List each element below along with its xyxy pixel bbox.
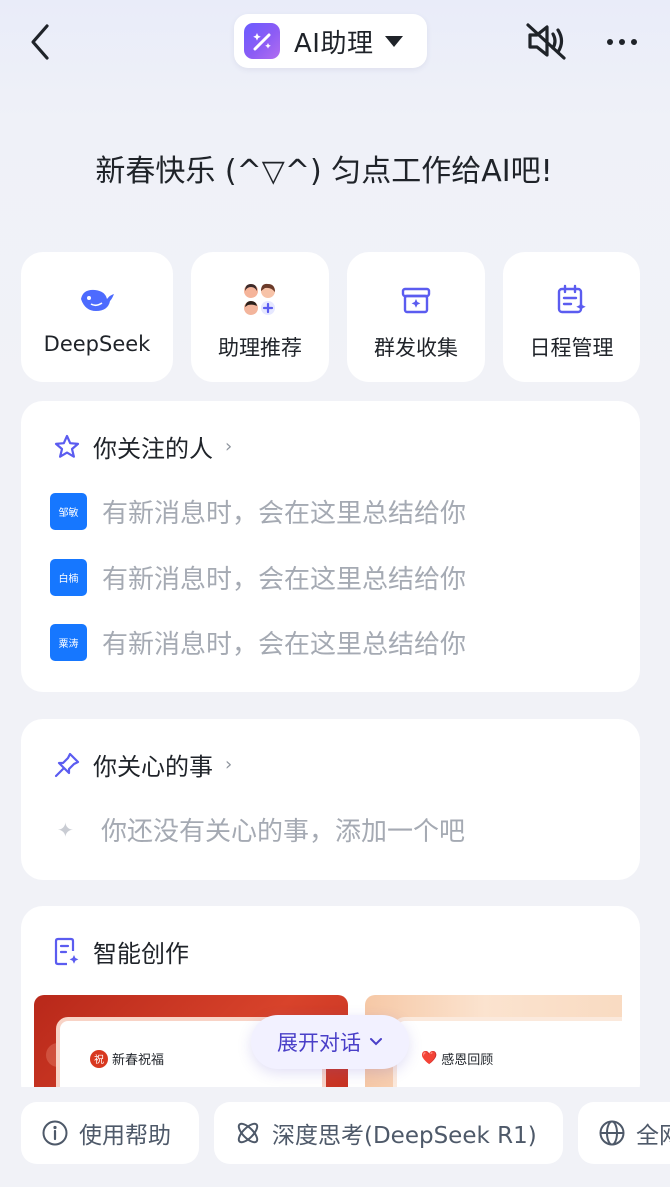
followed-people-header[interactable]: 你关注的人 › <box>53 429 232 464</box>
collect-box-icon <box>401 287 431 314</box>
section-title: 你关注的人 <box>93 435 213 463</box>
add-concern-row[interactable]: ✦ 你还没有关心的事，添加一个吧 <box>57 811 465 848</box>
chip-label: 全网 <box>636 1123 670 1149</box>
section-title: 你关心的事 <box>93 753 213 781</box>
followed-person-row[interactable]: 粟涛 有新消息时，会在这里总结给你 <box>50 624 466 661</box>
pin-icon <box>54 752 80 777</box>
chevron-right-icon: › <box>225 436 233 457</box>
back-button[interactable] <box>20 20 60 64</box>
help-chip[interactable]: 使用帮助 <box>21 1102 199 1164</box>
web-search-chip[interactable]: 全网 <box>578 1102 670 1164</box>
more-button[interactable] <box>600 22 644 62</box>
quick-action-schedule[interactable]: 日程管理 <box>503 252 640 382</box>
quick-action-label: 群发收集 <box>374 336 458 360</box>
concerns-header[interactable]: 你关心的事 › <box>53 747 232 782</box>
avatar: 邹敏 <box>50 493 87 530</box>
more-dots-icon <box>607 39 637 45</box>
page-title: AI助理 <box>294 28 374 59</box>
heart-icon: ❤️ <box>421 1051 438 1066</box>
quick-action-deepseek[interactable]: DeepSeek <box>21 252 173 382</box>
chevron-down-icon <box>370 1038 382 1046</box>
chevron-right-icon: › <box>225 754 233 775</box>
assistant-switcher[interactable]: AI助理 <box>234 14 427 68</box>
star-icon <box>54 434 80 458</box>
followed-person-row[interactable]: 白楠 有新消息时，会在这里总结给你 <box>50 559 466 596</box>
info-icon <box>42 1120 68 1146</box>
followed-people-card: 你关注的人 › 邹敏 有新消息时，会在这里总结给你 白楠 有新消息时，会在这里总… <box>21 401 640 692</box>
sparkle-icon: ✦ <box>57 817 74 842</box>
doc-sparkle-icon <box>54 937 79 965</box>
expand-chat-button[interactable]: 展开对话 <box>251 1015 409 1069</box>
chevron-left-icon <box>31 24 49 60</box>
assistant-avatars-icon <box>244 283 275 315</box>
section-title: 智能创作 <box>93 940 189 968</box>
empty-concern-text: 你还没有关心的事，添加一个吧 <box>101 817 466 847</box>
deepseek-whale-icon <box>81 289 114 311</box>
globe-icon <box>599 1120 625 1146</box>
calendar-sparkle-icon <box>557 284 586 314</box>
smart-creation-header: 智能创作 <box>53 934 189 969</box>
deep-think-icon <box>237 1122 259 1144</box>
avatar: 粟涛 <box>50 624 87 661</box>
template-label: 感恩回顾 <box>441 1053 494 1068</box>
concerns-card: 你关心的事 › ✦ 你还没有关心的事，添加一个吧 <box>21 719 640 880</box>
quick-action-assistant-recommend[interactable]: 助理推荐 <box>191 252 329 382</box>
holiday-badge-icon: 祝 <box>90 1049 108 1068</box>
mute-button[interactable] <box>522 18 570 64</box>
ai-sparkle-icon <box>244 23 280 59</box>
quick-action-label: 日程管理 <box>529 336 614 360</box>
quick-action-mass-collect[interactable]: 群发收集 <box>347 252 485 382</box>
chip-label: 使用帮助 <box>79 1123 171 1149</box>
chip-label: 深度思考(DeepSeek R1) <box>272 1123 537 1149</box>
quick-action-label: 助理推荐 <box>218 336 302 360</box>
summary-placeholder: 有新消息时，会在这里总结给你 <box>102 630 467 660</box>
top-bar: AI助理 <box>0 0 670 84</box>
followed-person-row[interactable]: 邹敏 有新消息时，会在这里总结给你 <box>50 493 466 530</box>
summary-placeholder: 有新消息时，会在这里总结给你 <box>102 499 467 529</box>
greeting-text: 新春快乐 (^▽^) 匀点工作给AI吧! <box>95 154 553 189</box>
deep-think-chip[interactable]: 深度思考(DeepSeek R1) <box>214 1102 563 1164</box>
caret-down-icon <box>385 35 404 47</box>
template-label: 新春祝福 <box>112 1053 165 1068</box>
quick-action-label: DeepSeek <box>43 332 151 356</box>
summary-placeholder: 有新消息时，会在这里总结给你 <box>102 565 467 595</box>
avatar: 白楠 <box>50 559 87 596</box>
speaker-muted-icon <box>526 23 566 60</box>
expand-chat-label: 展开对话 <box>277 1031 361 1055</box>
